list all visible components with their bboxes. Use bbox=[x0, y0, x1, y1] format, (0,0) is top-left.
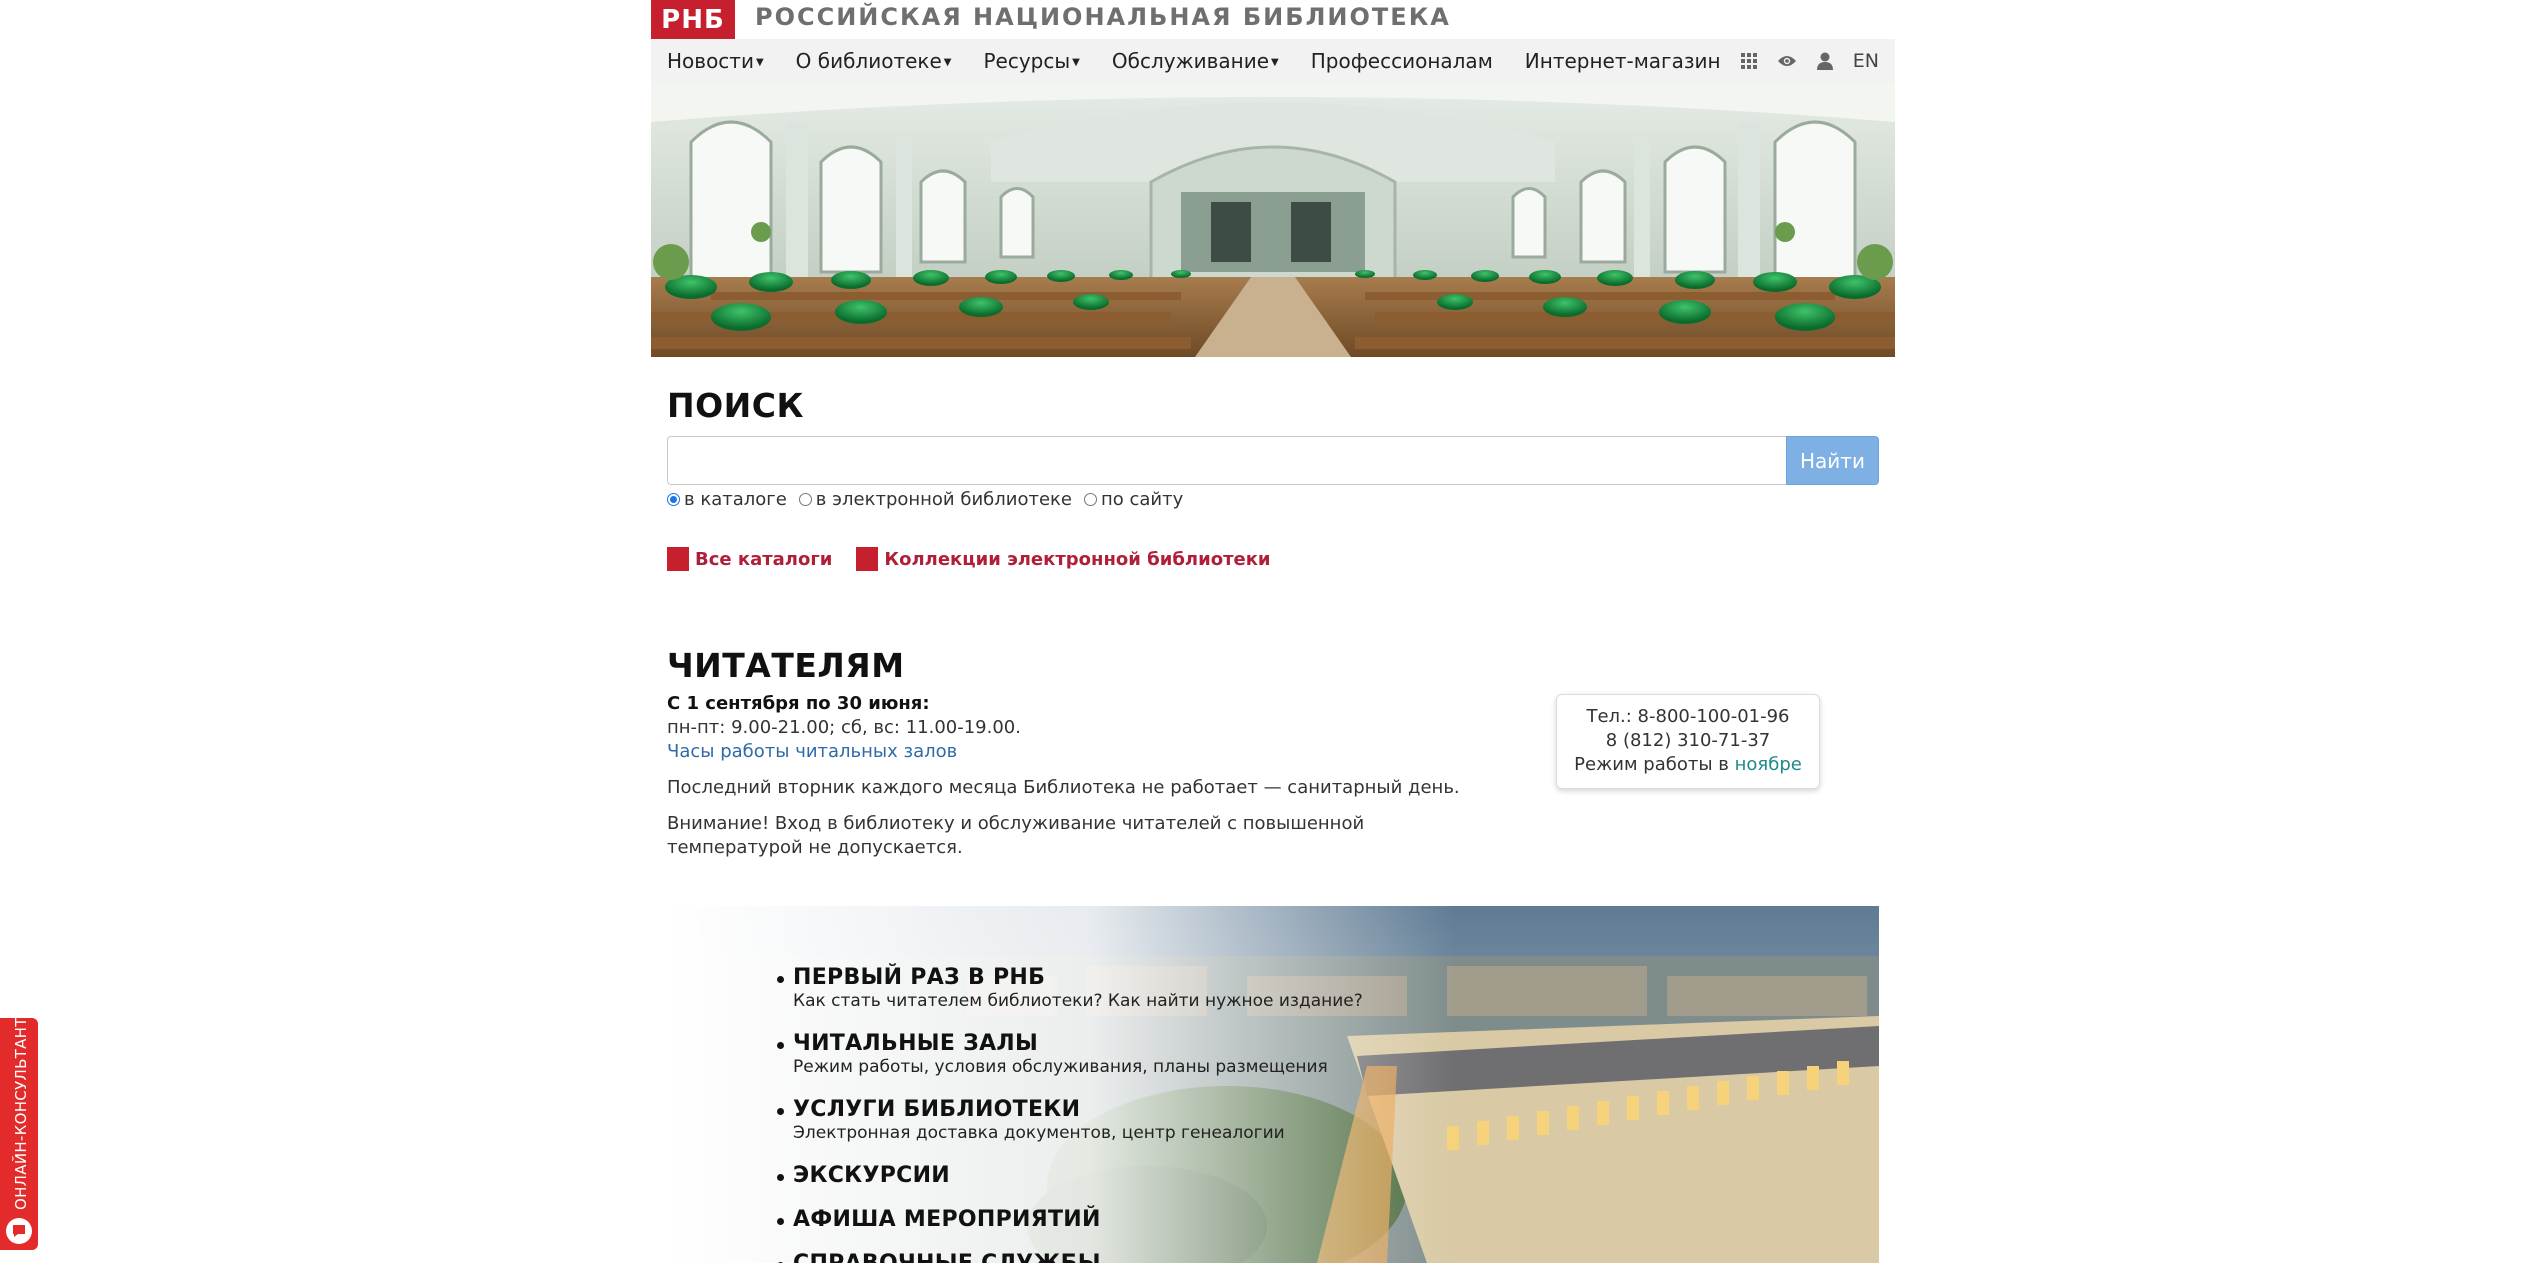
nav-news[interactable]: Новости ▼ bbox=[651, 49, 780, 73]
radio-dot-icon[interactable] bbox=[1083, 493, 1097, 506]
link-all-catalogs[interactable]: Все каталоги bbox=[667, 547, 832, 571]
promo-item-title: АФИША МЕРОПРИЯТИЙ bbox=[793, 1207, 1101, 1232]
nav-resources-label: Ресурсы bbox=[983, 48, 1071, 73]
readers-heading: ЧИТАТЕЛЯМ bbox=[667, 646, 905, 685]
contact-schedule: Режим работы в ноябре bbox=[1557, 753, 1819, 777]
readers-period-text: С 1 сентября по 30 июня: bbox=[667, 693, 930, 714]
online-consultant-tab[interactable]: ОНЛАЙН-КОНСУЛЬТАНТ bbox=[0, 1017, 38, 1250]
search-heading: ПОИСК bbox=[667, 386, 804, 425]
radio-digital-library-label: в электронной библиотеке bbox=[815, 489, 1072, 510]
promo-item-excursions[interactable]: ЭКСКУРСИИ bbox=[777, 1164, 1363, 1188]
contact-card: Тел.: 8-800-100-01-96 8 (812) 310-71-37 … bbox=[1556, 694, 1820, 789]
promo-panel-city: ПЕРВЫЙ РАЗ В РНБ Как стать читателем биб… bbox=[667, 906, 1879, 1263]
link-digital-collections-label: Коллекции электронной библиотеки bbox=[884, 548, 1271, 570]
caret-down-icon: ▼ bbox=[943, 56, 952, 68]
grid-icon[interactable] bbox=[1739, 51, 1759, 71]
nav-shop[interactable]: Интернет-магазин bbox=[1509, 49, 1737, 73]
readers-hours: пн-пт: 9.00-21.00; сб, вс: 11.00-19.00. bbox=[667, 717, 1021, 738]
online-consultant-label: ОНЛАЙН-КОНСУЛЬТАНТ bbox=[12, 1017, 30, 1210]
promo-item-events[interactable]: АФИША МЕРОПРИЯТИЙ bbox=[777, 1208, 1363, 1232]
red-square-icon bbox=[667, 547, 689, 571]
link-digital-collections[interactable]: Коллекции электронной библиотеки bbox=[856, 547, 1271, 571]
readers-note-temperature: Внимание! Вход в библиотеку и обслуживан… bbox=[667, 813, 1365, 858]
nav-professionals-label: Профессионалам bbox=[1310, 48, 1493, 73]
readers-note-sanitary: Последний вторник каждого месяца Библиот… bbox=[667, 777, 1460, 798]
promo-item-title: СПРАВОЧНЫЕ СЛУЖБЫ bbox=[793, 1252, 1363, 1263]
radio-dot-icon[interactable] bbox=[667, 493, 680, 506]
catalog-links: Все каталоги Коллекции электронной библи… bbox=[667, 547, 1271, 571]
nav-resources[interactable]: Ресурсы ▼ bbox=[967, 49, 1095, 73]
top-header: РНБ РОССИЙСКАЯ НАЦИОНАЛЬНАЯ БИБЛИОТЕКА bbox=[651, 0, 1895, 39]
promo-item-title: ЭКСКУРСИИ bbox=[793, 1163, 951, 1188]
promo-list: ПЕРВЫЙ РАЗ В РНБ Как стать читателем биб… bbox=[777, 966, 1363, 1263]
promo-item-title: УСЛУГИ БИБЛИОТЕКИ bbox=[793, 1097, 1081, 1122]
radio-catalog[interactable]: в каталоге bbox=[667, 489, 787, 510]
promo-item-subtitle: Как стать читателем библиотеки? Как найт… bbox=[793, 991, 1363, 1011]
hero-banner-reading-hall bbox=[651, 82, 1895, 357]
main-navbar: Новости ▼ О библиотеке ▼ Ресурсы ▼ Обслужив… bbox=[651, 39, 1895, 82]
nav-services[interactable]: Обслуживание ▼ bbox=[1096, 49, 1295, 73]
search-input[interactable] bbox=[667, 436, 1786, 485]
promo-item-reference[interactable]: СПРАВОЧНЫЕ СЛУЖБЫ bbox=[777, 1252, 1363, 1263]
site-title[interactable]: РОССИЙСКАЯ НАЦИОНАЛЬНАЯ БИБЛИОТЕКА bbox=[755, 3, 1451, 31]
link-all-catalogs-label: Все каталоги bbox=[695, 548, 833, 570]
reading-rooms-hours-link[interactable]: Часы работы читальных залов bbox=[667, 741, 957, 762]
nav-about-label: О библиотеке bbox=[795, 48, 942, 73]
caret-down-icon: ▼ bbox=[755, 56, 764, 68]
nav-services-label: Обслуживание bbox=[1111, 48, 1270, 73]
nav-news-label: Новости bbox=[667, 48, 754, 73]
radio-digital-library[interactable]: в электронной библиотеке bbox=[798, 489, 1072, 510]
chat-bubble-icon bbox=[6, 1218, 32, 1244]
contact-schedule-month-link[interactable]: ноябре bbox=[1735, 754, 1802, 775]
user-icon[interactable] bbox=[1815, 51, 1835, 71]
radio-site-label: по сайту bbox=[1100, 489, 1184, 510]
promo-item-title: ПЕРВЫЙ РАЗ В РНБ bbox=[793, 965, 1046, 990]
search-scope-options: в каталоге в электронной библиотеке по с… bbox=[667, 489, 1183, 510]
contact-phone-2[interactable]: 8 (812) 310-71-37 bbox=[1557, 729, 1819, 753]
radio-dot-icon[interactable] bbox=[798, 493, 812, 506]
site-logo[interactable]: РНБ bbox=[651, 0, 735, 39]
promo-item-first-visit[interactable]: ПЕРВЫЙ РАЗ В РНБ Как стать читателем биб… bbox=[777, 966, 1363, 1012]
promo-item-title: ЧИТАЛЬНЫЕ ЗАЛЫ bbox=[793, 1031, 1039, 1056]
readers-period: С 1 сентября по 30 июня: bbox=[667, 692, 1467, 716]
contact-phone-1[interactable]: Тел.: 8-800-100-01-96 bbox=[1557, 705, 1819, 729]
promo-item-services[interactable]: УСЛУГИ БИБЛИОТЕКИ Электронная доставка д… bbox=[777, 1098, 1363, 1144]
red-square-icon bbox=[856, 547, 879, 571]
nav-professionals[interactable]: Профессионалам bbox=[1295, 49, 1509, 73]
radio-site[interactable]: по сайту bbox=[1083, 489, 1184, 510]
page-container: РНБ РОССИЙСКАЯ НАЦИОНАЛЬНАЯ БИБЛИОТЕКА Н… bbox=[651, 0, 1895, 357]
search-button[interactable]: Найти bbox=[1786, 436, 1879, 485]
promo-item-subtitle: Электронная доставка документов, центр г… bbox=[793, 1123, 1285, 1143]
radio-catalog-label: в каталоге bbox=[684, 489, 787, 510]
eye-icon[interactable] bbox=[1777, 51, 1797, 71]
caret-down-icon: ▼ bbox=[1271, 56, 1279, 68]
search-bar: Найти bbox=[667, 436, 1879, 485]
contact-schedule-prefix: Режим работы в bbox=[1574, 754, 1735, 775]
promo-item-subtitle: Режим работы, условия обслуживания, план… bbox=[793, 1057, 1328, 1077]
nav-about[interactable]: О библиотеке ▼ bbox=[780, 49, 968, 73]
promo-item-reading-rooms[interactable]: ЧИТАЛЬНЫЕ ЗАЛЫ Режим работы, условия обс… bbox=[777, 1032, 1363, 1078]
language-switch[interactable]: EN bbox=[1853, 50, 1879, 72]
readers-hours-link-row: Часы работы читальных залов bbox=[667, 740, 1467, 764]
nav-shop-label: Интернет-магазин bbox=[1524, 48, 1721, 73]
nav-tools: EN bbox=[1739, 50, 1895, 72]
caret-down-icon: ▼ bbox=[1072, 56, 1080, 68]
